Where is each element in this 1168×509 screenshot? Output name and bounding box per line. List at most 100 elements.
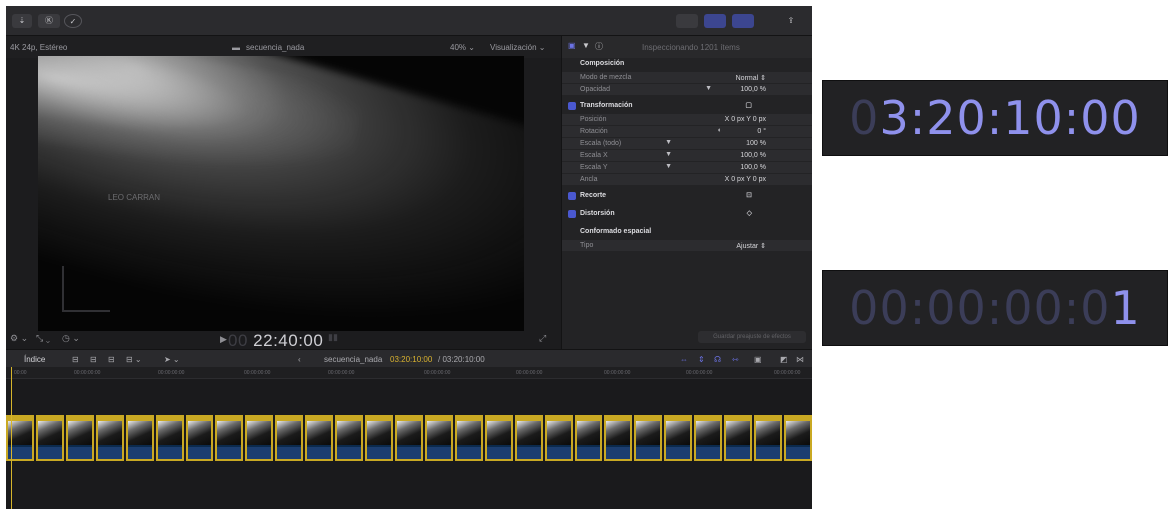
param-row[interactable]: Escala X ▼ 100,0 % (562, 150, 812, 162)
clip-audio (785, 447, 810, 459)
timecode-display-large: 0 3:20:10:00 (822, 80, 1168, 156)
settings-gear-icon[interactable]: ⚙ ⌄ (10, 333, 28, 344)
zoom-menu[interactable]: 40% ⌄ (450, 43, 475, 52)
param-row[interactable]: Modo de mezcla Normal ⇕ (562, 72, 812, 84)
param-row[interactable]: Escala Y ▼ 100,0 % (562, 162, 812, 174)
transform-tool-icon[interactable]: ⤡ ⌄ (36, 333, 50, 344)
param-row[interactable]: Opacidad ▼ 100,0 % (562, 84, 812, 96)
timeline-clip[interactable] (754, 415, 782, 461)
skimming-icon[interactable]: ⇔ (680, 355, 688, 364)
section-transformacion[interactable]: Transformación ▢ (562, 100, 812, 114)
clip-audio (456, 447, 481, 459)
timeline-clip[interactable] (634, 415, 663, 461)
param-row[interactable]: Ancla X 0 px Y 0 px (562, 174, 812, 186)
import-button[interactable]: ⇣ (12, 14, 32, 28)
keywords-button[interactable]: Ⓚ (38, 14, 60, 28)
distort-icon: ◇ (746, 210, 752, 217)
clip-audio (576, 447, 601, 459)
browser-toggle-icon[interactable] (676, 14, 698, 28)
clip-thumbnail (396, 421, 421, 445)
clip-thumbnail (277, 421, 302, 445)
index-button[interactable]: Índice (24, 355, 45, 364)
section-composicion[interactable]: Composición (562, 58, 812, 72)
transitions-browser-icon[interactable]: ⋈ (796, 355, 804, 364)
timeline-clip[interactable] (664, 415, 693, 461)
background-tasks-icon[interactable]: ✓ (64, 14, 82, 28)
timeline-clip[interactable] (544, 415, 573, 461)
solo-icon[interactable]: ☊ (714, 355, 721, 364)
timeline-clip[interactable] (514, 415, 543, 461)
info-icon[interactable]: ⓘ (595, 41, 603, 52)
timeline-clip[interactable] (95, 415, 124, 461)
section-distorsion[interactable]: Distorsión ◇ (562, 208, 812, 222)
overlay-title: LEO CARRAN (108, 193, 161, 202)
timeline-clip[interactable] (484, 415, 513, 461)
select-tool-icon[interactable]: ➤ ⌄ (164, 355, 180, 364)
clip-audio (516, 447, 541, 459)
timeline-clip[interactable] (365, 415, 393, 461)
filter-inspector-icon[interactable]: ▼ (582, 41, 590, 50)
audio-skimming-icon[interactable]: ⇕ (698, 355, 705, 364)
timeline-clip[interactable] (724, 415, 753, 461)
timeline-clip[interactable] (185, 415, 214, 461)
append-clip-icon[interactable]: ⊟ (108, 355, 115, 364)
param-row[interactable]: Rotación ◐ 0 ° (562, 126, 812, 138)
back-icon[interactable]: ‹ (298, 355, 301, 364)
timeline-clip[interactable] (35, 415, 64, 461)
fullscreen-icon[interactable]: ⤢ (539, 333, 546, 344)
video-inspector-icon[interactable]: ▣ (568, 41, 576, 50)
play-icon[interactable]: ▶ (220, 334, 227, 345)
view-menu[interactable]: Visualización ⌄ (490, 43, 545, 52)
clip-audio (307, 447, 332, 459)
primary-storyline[interactable] (6, 415, 812, 461)
viewer-canvas[interactable]: LEO CARRAN (38, 56, 524, 331)
snapping-icon[interactable]: ⇿ (732, 355, 739, 364)
param-row[interactable]: Posición X 0 px Y 0 px (562, 114, 812, 126)
timeline-clip[interactable] (125, 415, 154, 461)
speed-icon[interactable]: ◷ ⌄ (62, 333, 80, 344)
save-effects-preset-button[interactable]: Guardar preajuste de efectos (698, 331, 806, 343)
effects-browser-icon[interactable]: ◩ (780, 355, 788, 364)
timeline-clip[interactable] (574, 415, 603, 461)
overwrite-clip-icon[interactable]: ⊟ ⌄ (126, 355, 142, 364)
transform-handle-icon: ▢ (745, 102, 752, 109)
viewer-header: 4K 24p, Estéreo ▬ secuencia_nada 40% ⌄ V… (6, 36, 561, 58)
transform-checkbox[interactable] (568, 102, 576, 110)
inspector-status: Inspeccionando 1201 ítems (642, 43, 740, 52)
timeline-clip[interactable] (694, 415, 723, 461)
timeline-clip[interactable] (245, 415, 274, 461)
timeline-clip[interactable] (275, 415, 304, 461)
param-row[interactable]: Tipo Ajustar ⇕ (562, 240, 812, 252)
crop-checkbox[interactable] (568, 192, 576, 200)
playhead[interactable] (11, 367, 12, 509)
viewer-timecode[interactable]: 00 22:40:00 (228, 331, 323, 351)
timeline-clip[interactable] (65, 415, 94, 461)
param-row[interactable]: Escala (todo) ▼ 100 % (562, 138, 812, 150)
timeline-toggle-icon[interactable] (704, 14, 726, 28)
format-label: 4K 24p, Estéreo (10, 43, 68, 52)
timeline-clip[interactable] (783, 415, 812, 461)
clip-audio (606, 447, 631, 459)
timeline-clip[interactable] (604, 415, 633, 461)
timeline-ruler[interactable]: 00:00 00:00:00:00 00:00:00:00 00:00:00:0… (6, 367, 812, 379)
connect-clip-icon[interactable]: ⊟ (72, 355, 79, 364)
timeline-clip[interactable] (335, 415, 364, 461)
clip-appearance-icon[interactable]: ▣ (754, 355, 762, 364)
timeline-clip[interactable] (454, 415, 483, 461)
share-icon[interactable]: ⇪ (784, 14, 798, 28)
timeline-clip[interactable] (155, 415, 184, 461)
clip-thumbnail (307, 421, 332, 445)
section-recorte[interactable]: Recorte ⊡ (562, 190, 812, 204)
timeline-clip[interactable] (424, 415, 453, 461)
film-icon: ▬ (232, 43, 240, 52)
timeline-area[interactable] (6, 379, 812, 509)
timeline-clip[interactable] (394, 415, 423, 461)
inspector-toggle-icon[interactable] (732, 14, 754, 28)
insert-clip-icon[interactable]: ⊟ (90, 355, 97, 364)
distort-checkbox[interactable] (568, 210, 576, 218)
timeline-clip[interactable] (215, 415, 244, 461)
clip-audio (426, 447, 451, 459)
timeline-clip[interactable] (305, 415, 334, 461)
section-conformado[interactable]: Conformado espacial (562, 226, 812, 240)
clip-audio (337, 447, 362, 459)
